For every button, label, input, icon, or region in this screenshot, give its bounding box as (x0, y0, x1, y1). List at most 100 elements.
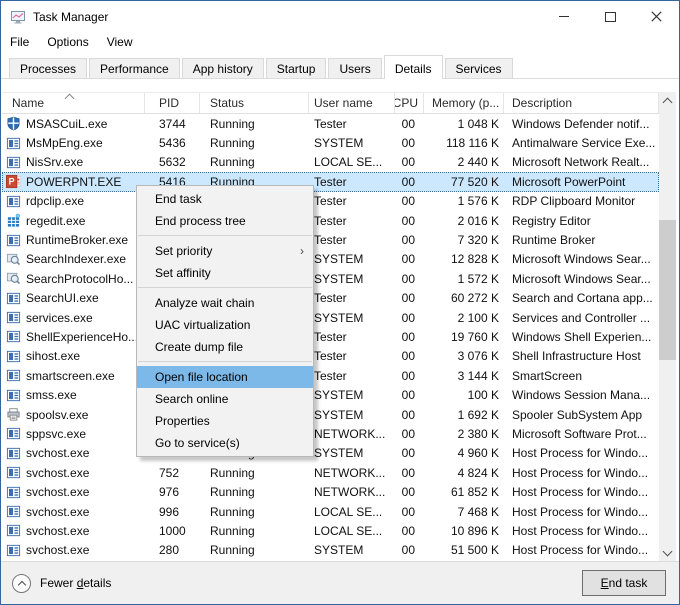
menu-item-end-process-tree[interactable]: End process tree (137, 210, 313, 232)
table-row-svchost-exe[interactable]: svchost.exe976RunningNETWORK...0061 852 … (2, 482, 659, 501)
cpu-cell: 00 (395, 269, 424, 288)
menu-item-uac-virtualization[interactable]: UAC virtualization (137, 314, 313, 336)
context-menu: End taskEnd process tree Set priority› Set… (136, 185, 314, 457)
table-row-searchindexer-exe[interactable]: SearchIndexer.exeSYSTEM0012 828 KMicroso… (2, 250, 659, 269)
mem-cell: 12 828 K (424, 250, 504, 269)
menubar-item-file[interactable]: File (10, 33, 38, 52)
cpu-cell: 00 (395, 502, 424, 521)
app-icon (6, 523, 21, 538)
table-row-svchost-exe[interactable]: svchost.exe280RunningSYSTEM0051 500 KHos… (2, 541, 659, 560)
titlebar[interactable]: Task Manager (1, 1, 679, 32)
table-row-sihost-exe[interactable]: sihost.exeTester003 076 KShell Infrastru… (2, 347, 659, 366)
scroll-up-button[interactable] (659, 92, 676, 109)
desc-cell: Windows Shell Experien... (504, 327, 659, 346)
status-cell: Running (200, 463, 309, 482)
table-row-runtimebroker-exe[interactable]: RuntimeBroker.exeTester007 320 KRuntime … (2, 230, 659, 249)
cpu-cell: 00 (395, 366, 424, 385)
tab-performance[interactable]: Performance (89, 58, 180, 78)
process-name: svchost.exe (26, 466, 89, 480)
user-cell: Tester (309, 230, 395, 249)
submenu-arrow-icon: › (300, 240, 304, 262)
column-header-status[interactable]: Status (200, 93, 309, 113)
menu-item-set-affinity[interactable]: Set affinity (137, 262, 313, 284)
user-cell: LOCAL SE... (309, 502, 395, 521)
desc-cell: Shell Infrastructure Host (504, 347, 659, 366)
user-cell: SYSTEM (309, 444, 395, 463)
mem-cell: 10 896 K (424, 521, 504, 540)
table-row-powerpnt-exe[interactable]: PPOWERPNT.EXE5416RunningTester0077 520 K… (2, 172, 659, 191)
column-header-user[interactable]: User name (309, 93, 395, 113)
tab-users[interactable]: Users (328, 58, 381, 78)
process-name-cell: smss.exe (2, 385, 145, 404)
table-row-svchost-exe[interactable]: svchost.exe1000RunningLOCAL SE...0010 89… (2, 521, 659, 540)
desc-cell: Runtime Broker (504, 230, 659, 249)
menu-item-label: Analyze wait chain (155, 296, 254, 310)
cpu-cell: 00 (395, 482, 424, 501)
status-cell: Running (200, 133, 309, 152)
menubar-item-view[interactable]: View (107, 33, 142, 52)
desc-cell: Microsoft Windows Sear... (504, 269, 659, 288)
cpu-cell: 00 (395, 211, 424, 230)
scrollbar-thumb[interactable] (659, 220, 676, 360)
maximize-button[interactable] (587, 1, 633, 32)
table-row-smss-exe[interactable]: smss.exeSYSTEM00100 KWindows Session Man… (2, 385, 659, 404)
user-cell: LOCAL SE... (309, 153, 395, 172)
tab-details[interactable]: Details (384, 55, 443, 79)
menu-item-open-file-location[interactable]: Open file location (137, 366, 313, 388)
tab-processes[interactable]: Processes (9, 58, 87, 78)
menu-item-create-dump-file[interactable]: Create dump file (137, 336, 313, 358)
close-button[interactable] (633, 1, 679, 32)
table-row-nissrv-exe[interactable]: NisSrv.exe5632RunningLOCAL SE...002 440 … (2, 153, 659, 172)
fewer-details-toggle[interactable]: Fewer details (12, 574, 111, 593)
tab-app-history[interactable]: App history (182, 58, 264, 78)
column-header-pid[interactable]: PID (145, 93, 200, 113)
table-row-searchui-exe[interactable]: SearchUI.exeTester0060 272 KSearch and C… (2, 289, 659, 308)
column-header-label: Status (210, 96, 244, 110)
column-header-name[interactable]: Name (2, 93, 145, 113)
process-name: SearchUI.exe (26, 291, 99, 305)
app-icon (6, 426, 21, 441)
table-row-searchprotocolho[interactable]: SearchProtocolHo...SYSTEM001 572 KMicros… (2, 269, 659, 288)
tab-services[interactable]: Services (445, 58, 513, 78)
column-header-cpu[interactable]: CPU (395, 93, 424, 113)
search-icon (6, 252, 21, 267)
column-header-mem[interactable]: Memory (p... (424, 93, 504, 113)
menu-item-analyze-wait-chain[interactable]: Analyze wait chain (137, 292, 313, 314)
cpu-cell: 00 (395, 192, 424, 211)
menubar-item-options[interactable]: Options (47, 33, 97, 52)
tab-startup[interactable]: Startup (266, 58, 327, 78)
vertical-scrollbar[interactable] (659, 92, 676, 561)
table-row-smartscreen-exe[interactable]: smartscreen.exeTester003 144 KSmartScree… (2, 366, 659, 385)
mem-cell: 2 100 K (424, 308, 504, 327)
menu-item-end-task[interactable]: End task (137, 188, 313, 210)
table-row-services-exe[interactable]: services.exeSYSTEM002 100 KServices and … (2, 308, 659, 327)
end-task-button[interactable]: End task (582, 570, 666, 596)
mem-cell: 4 960 K (424, 444, 504, 463)
process-name: SearchProtocolHo... (26, 272, 133, 286)
table-row-rdpclip-exe[interactable]: rdpclip.exeTester001 576 KRDP Clipboard … (2, 192, 659, 211)
process-name: spoolsv.exe (26, 408, 88, 422)
status-cell: Running (200, 482, 309, 501)
mem-cell: 1 048 K (424, 114, 504, 133)
table-row-regedit-exe[interactable]: regedit.exeTester002 016 KRegistry Edito… (2, 211, 659, 230)
table-row-svchost-exe[interactable]: svchost.exe752RunningNETWORK...004 824 K… (2, 463, 659, 482)
minimize-button[interactable] (541, 1, 587, 32)
process-name: MsMpEng.exe (26, 136, 103, 150)
pid-cell: 976 (145, 482, 200, 501)
table-row-svchost-exe[interactable]: svchost.exeRunningSYSTEM004 960 KHost Pr… (2, 444, 659, 463)
menu-item-properties[interactable]: Properties (137, 410, 313, 432)
process-name-cell: svchost.exe (2, 541, 145, 560)
table-row-sppsvc-exe[interactable]: sppsvc.exeNETWORK...002 380 KMicrosoft S… (2, 424, 659, 443)
table-row-msmpeng-exe[interactable]: MsMpEng.exe5436RunningSYSTEM00118 116 KA… (2, 133, 659, 152)
table-row-svchost-exe[interactable]: svchost.exe996RunningLOCAL SE...007 468 … (2, 502, 659, 521)
table-row-shellexperienceho[interactable]: ShellExperienceHo...Tester0019 760 KWind… (2, 327, 659, 346)
menu-item-go-to-service-s[interactable]: Go to service(s) (137, 432, 313, 454)
table-row-msascuil-exe[interactable]: MSASCuiL.exe3744RunningTester001 048 KWi… (2, 114, 659, 133)
column-header-desc[interactable]: Description (504, 93, 659, 113)
menu-item-set-priority[interactable]: Set priority› (137, 240, 313, 262)
scroll-down-button[interactable] (659, 544, 676, 561)
menu-item-search-online[interactable]: Search online (137, 388, 313, 410)
user-cell: Tester (309, 289, 395, 308)
menu-item-label: Set affinity (155, 266, 211, 280)
table-row-spoolsv-exe[interactable]: spoolsv.exeSYSTEM001 692 KSpooler SubSys… (2, 405, 659, 424)
